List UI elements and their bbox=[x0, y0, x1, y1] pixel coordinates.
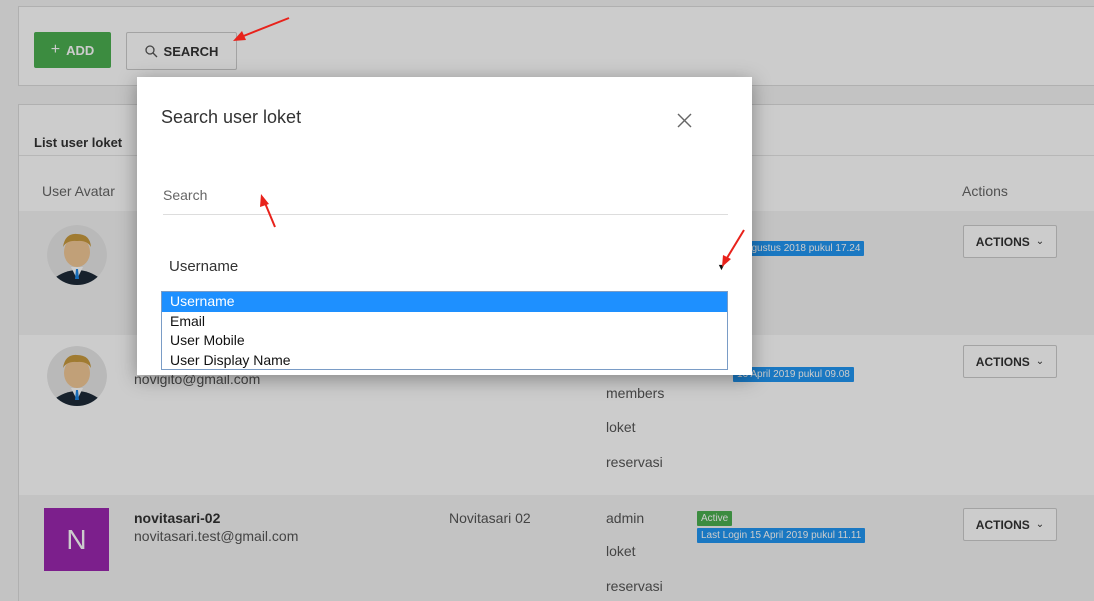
dropdown-option[interactable]: Email bbox=[162, 312, 727, 332]
search-field-dropdown[interactable]: Username Email User Mobile User Display Nam… bbox=[161, 291, 728, 370]
close-icon[interactable] bbox=[675, 111, 695, 131]
search-field-select[interactable]: Username bbox=[169, 258, 238, 275]
dropdown-option[interactable]: Username bbox=[162, 292, 727, 312]
search-input[interactable] bbox=[163, 175, 728, 215]
modal-title: Search user loket bbox=[161, 107, 302, 127]
chevron-down-icon[interactable]: ▼ bbox=[717, 262, 726, 272]
search-modal: Search user loket Username ▼ UsernameEma… bbox=[137, 77, 752, 375]
dropdown-option[interactable]: User Display Name bbox=[162, 351, 727, 371]
dropdown-option[interactable]: User Mobile bbox=[162, 331, 727, 351]
